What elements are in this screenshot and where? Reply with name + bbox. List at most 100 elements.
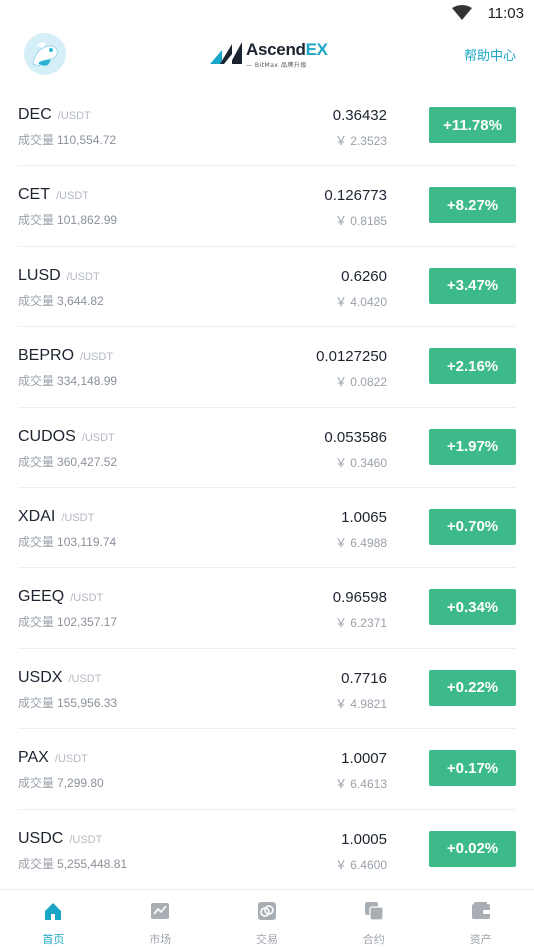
wallet-icon <box>471 902 490 919</box>
logo-wordmark: AscendEX <box>246 40 328 59</box>
pair-quote: /USDT <box>56 190 89 203</box>
cny-price: ￥ 2.3523 <box>334 134 387 148</box>
logo-tagline: — BitMax 品牌升级 <box>246 62 307 69</box>
pair-symbol: PAX/USDT <box>18 749 88 767</box>
pair-quote: /USDT <box>68 672 102 685</box>
cny-price: ￥ 4.9821 <box>334 696 387 711</box>
market-list: DEC/USDT 成交量 110,554.72 0.36432 ￥ 2.3523 +11.… <box>18 86 516 890</box>
pair-quote: /USDT <box>61 511 95 524</box>
market-row[interactable]: CUDOS/USDT 成交量 360,427.52 0.053586 ￥ 0.3460 +… <box>18 408 516 488</box>
tab-label: 市场 <box>149 933 172 946</box>
last-price: 0.36432 <box>332 107 387 124</box>
last-price: 0.6260 <box>341 267 387 285</box>
tab-home[interactable]: 首页 <box>0 890 107 949</box>
last-price: 0.053586 <box>324 428 387 446</box>
pair-quote: /USDT <box>70 592 104 605</box>
cny-price: ￥ 6.4988 <box>334 535 387 550</box>
market-row[interactable]: LUSD/USDT 成交量 3,644.82 0.6260 ￥ 4.0420 +3.47% <box>18 247 516 328</box>
volume-label: 成交量 <box>18 856 55 871</box>
cny-price: ￥ 0.8185 <box>334 214 387 229</box>
bottom-tab-bar: 首页 市场 交易 合约 资产 <box>0 889 534 949</box>
market-row[interactable]: DEC/USDT 成交量 110,554.72 0.36432 ￥ 2.3523 +11.… <box>18 86 516 167</box>
volume-value: 5,255,448.81 <box>57 856 128 871</box>
tab-contract[interactable]: 合约 <box>320 890 427 949</box>
market-row[interactable]: CET/USDT 成交量 101,862.99 0.126773 ￥ 0.8185 +8.… <box>18 166 516 247</box>
volume-value: 110,554.72 <box>57 133 117 147</box>
market-row[interactable]: GEEQ/USDT 成交量 102,357.17 0.96598 ￥ 6.2371 +0.… <box>18 568 516 649</box>
volume-value: 334,148.99 <box>57 374 118 389</box>
tab-label: 合约 <box>362 933 385 946</box>
change-badge[interactable]: +0.22% <box>429 669 516 706</box>
top-header: AscendEX — BitMax 品牌升级 帮助中心 <box>0 28 534 84</box>
volume-value: 102,357.17 <box>57 615 118 630</box>
change-badge[interactable]: +1.97% <box>429 428 516 465</box>
cny-price: ￥ 0.0822 <box>334 375 387 390</box>
tab-wallet[interactable]: 资产 <box>427 890 534 949</box>
volume-line: 成交量 101,862.99 <box>18 211 117 228</box>
last-price: 1.0065 <box>341 508 387 526</box>
volume-line: 成交量 102,357.17 <box>18 613 117 630</box>
change-badge[interactable]: +0.02% <box>429 830 516 867</box>
pair-quote: /USDT <box>69 833 103 846</box>
last-price: 0.0127250 <box>316 348 387 366</box>
home-icon <box>45 903 62 920</box>
volume-value: 3,644.82 <box>57 293 104 308</box>
pair-symbol: CUDOS/USDT <box>18 427 115 445</box>
change-badge[interactable]: +2.16% <box>429 348 516 385</box>
volume-label: 成交量 <box>18 133 55 147</box>
volume-line: 成交量 360,427.52 <box>18 453 117 470</box>
change-badge[interactable]: +11.78% <box>429 107 516 143</box>
cny-price: ￥ 0.3460 <box>334 455 387 470</box>
volume-label: 成交量 <box>18 534 55 549</box>
cny-price: ￥ 4.0420 <box>334 294 387 309</box>
pair-symbol: CET/USDT <box>18 186 89 204</box>
pair-symbol: USDC/USDT <box>18 829 103 847</box>
tab-label: 交易 <box>255 933 278 946</box>
cny-price: ￥ 6.4600 <box>334 857 387 872</box>
volume-line: 成交量 7,299.80 <box>18 774 104 791</box>
volume-value: 101,862.99 <box>57 213 118 228</box>
volume-label: 成交量 <box>18 454 55 469</box>
pair-quote: /USDT <box>81 431 115 444</box>
volume-value: 360,427.52 <box>57 454 118 469</box>
change-badge[interactable]: +0.34% <box>429 589 516 626</box>
chart-icon <box>151 903 170 919</box>
avatar[interactable] <box>24 33 66 75</box>
help-center-link[interactable]: 帮助中心 <box>464 45 516 64</box>
last-price: 1.0005 <box>341 830 387 848</box>
market-row[interactable]: USDX/USDT 成交量 155,956.33 0.7716 ￥ 4.9821 +0.2… <box>18 649 516 730</box>
pair-quote: /USDT <box>54 753 88 766</box>
wifi-icon <box>452 5 472 20</box>
volume-label: 成交量 <box>18 293 55 308</box>
volume-line: 成交量 334,148.99 <box>18 372 117 389</box>
status-bar: 11:03 <box>0 0 534 28</box>
volume-label: 成交量 <box>18 776 55 791</box>
tab-label: 资产 <box>469 933 492 946</box>
volume-line: 成交量 110,554.72 <box>18 131 116 148</box>
market-row[interactable]: USDC/USDT 成交量 5,255,448.81 1.0005 ￥ 6.4600 +0… <box>18 810 516 890</box>
change-badge[interactable]: +0.70% <box>429 508 516 545</box>
avatar-mascot-icon <box>24 33 66 75</box>
pair-symbol: GEEQ/USDT <box>18 588 104 606</box>
market-row[interactable]: BEPRO/USDT 成交量 334,148.99 0.0127250 ￥ 0.0822… <box>18 327 516 408</box>
pair-symbol: BEPRO/USDT <box>18 347 114 365</box>
ascendex-logo: AscendEX — BitMax 品牌升级 <box>210 40 328 70</box>
change-badge[interactable]: +8.27% <box>429 187 516 224</box>
cny-price: ￥ 6.2371 <box>334 616 387 631</box>
tab-exchange[interactable]: 交易 <box>214 890 321 949</box>
change-badge[interactable]: +3.47% <box>429 267 516 304</box>
change-badge[interactable]: +0.17% <box>429 750 516 787</box>
volume-value: 103,119.74 <box>57 534 117 549</box>
tab-chart[interactable]: 市场 <box>107 890 214 949</box>
cny-price: ￥ 6.4613 <box>334 777 387 792</box>
pair-symbol: XDAI/USDT <box>18 507 95 525</box>
volume-value: 7,299.80 <box>57 776 104 791</box>
last-price: 0.126773 <box>324 187 387 205</box>
volume-label: 成交量 <box>18 695 55 710</box>
pair-quote: /USDT <box>57 110 91 122</box>
last-price: 0.96598 <box>332 589 387 607</box>
pair-symbol: LUSD/USDT <box>18 266 100 284</box>
exchange-icon <box>257 902 276 920</box>
market-row[interactable]: XDAI/USDT 成交量 103,119.74 1.0065 ￥ 6.4988 +0.7… <box>18 488 516 569</box>
market-row[interactable]: PAX/USDT 成交量 7,299.80 1.0007 ￥ 6.4613 +0.17% <box>18 729 516 810</box>
